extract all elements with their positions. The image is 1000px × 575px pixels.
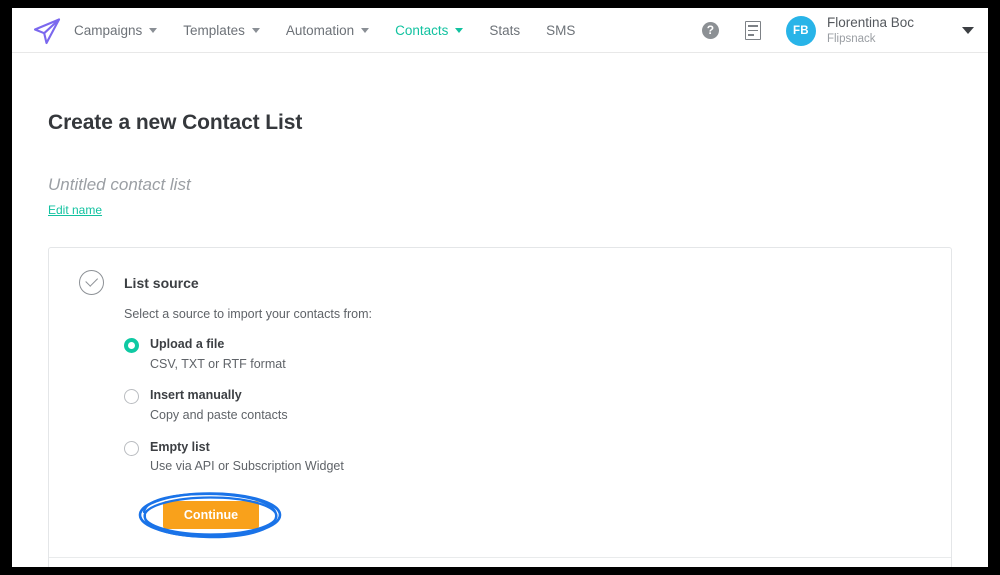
radio-button-empty-list[interactable] — [124, 440, 139, 456]
contact-list-name: Untitled contact list — [48, 175, 191, 194]
option-label-upload-a-file: Upload a file — [150, 337, 225, 351]
user-organization: Flipsnack — [826, 32, 876, 45]
radio-option-empty-list[interactable]: Empty list Use via API or Subscription W… — [124, 440, 921, 475]
nav-item-sms[interactable]: SMS — [546, 23, 575, 38]
nav-label-templates: Templates — [183, 23, 245, 38]
main-nav-items: Campaigns Templates Automation Contacts … — [74, 8, 601, 53]
section-header-list-source: List source — [79, 270, 921, 295]
continue-button[interactable]: Continue — [163, 500, 259, 529]
option-desc-upload-a-file: CSV, TXT or RTF format — [150, 356, 286, 371]
check-circle-icon — [79, 270, 104, 295]
nav-item-automation[interactable]: Automation — [285, 23, 370, 38]
chevron-down-icon — [455, 28, 464, 33]
section-subtitle: Select a source to import your contacts … — [124, 307, 373, 321]
option-desc-empty-list: Use via API or Subscription Widget — [150, 459, 344, 474]
page-title: Create a new Contact List — [48, 111, 303, 134]
section-add-contacts: Add contacts — [49, 558, 951, 567]
edit-name-link[interactable]: Edit name — [48, 203, 102, 217]
user-info[interactable]: Florentina Boc Flipsnack — [827, 15, 914, 46]
nav-item-stats[interactable]: Stats — [489, 23, 520, 38]
section-title-list-source: List source — [124, 274, 199, 291]
radio-option-upload-a-file[interactable]: Upload a file CSV, TXT or RTF format — [124, 337, 921, 372]
radio-button-upload-a-file[interactable] — [124, 338, 139, 353]
application-window: Campaigns Templates Automation Contacts … — [12, 8, 988, 567]
option-desc-insert-manually: Copy and paste contacts — [150, 407, 288, 422]
radio-option-insert-manually[interactable]: Insert manually Copy and paste contacts — [124, 388, 921, 423]
navbar-right-cluster: ? FB Florentina Boc Flipsnack — [701, 8, 974, 53]
user-name: Florentina Boc — [826, 14, 914, 30]
nav-item-templates[interactable]: Templates — [183, 23, 260, 38]
top-navigation-bar: Campaigns Templates Automation Contacts … — [12, 8, 988, 53]
continue-button-area: Continue — [138, 491, 282, 538]
nav-label-sms: SMS — [546, 23, 576, 38]
chevron-down-icon — [251, 28, 260, 33]
nav-item-campaigns[interactable]: Campaigns — [74, 23, 158, 38]
nav-label-campaigns: Campaigns — [74, 23, 143, 38]
chevron-down-icon — [361, 28, 370, 33]
page-content: Create a new Contact List Untitled conta… — [12, 111, 988, 567]
nav-item-contacts[interactable]: Contacts — [395, 23, 464, 38]
question-mark-icon[interactable]: ? — [701, 22, 719, 39]
document-list-icon[interactable] — [744, 21, 761, 40]
account-chevron-down-icon[interactable] — [962, 27, 974, 34]
section-body-list-source: Select a source to import your contacts … — [79, 307, 921, 538]
option-label-insert-manually: Insert manually — [150, 388, 242, 403]
section-list-source: List source Select a source to import yo… — [49, 248, 951, 557]
nav-label-contacts: Contacts — [395, 23, 449, 38]
nav-label-stats: Stats — [489, 23, 521, 38]
option-label-empty-list: Empty list — [150, 439, 210, 454]
wizard-card: List source Select a source to import yo… — [48, 247, 952, 567]
screenshot-frame: Campaigns Templates Automation Contacts … — [0, 0, 1000, 575]
nav-label-automation: Automation — [285, 23, 355, 38]
radio-button-insert-manually[interactable] — [124, 389, 139, 405]
chevron-down-icon — [149, 28, 158, 33]
avatar[interactable]: FB — [785, 15, 816, 46]
paper-plane-logo-icon[interactable] — [32, 16, 62, 46]
